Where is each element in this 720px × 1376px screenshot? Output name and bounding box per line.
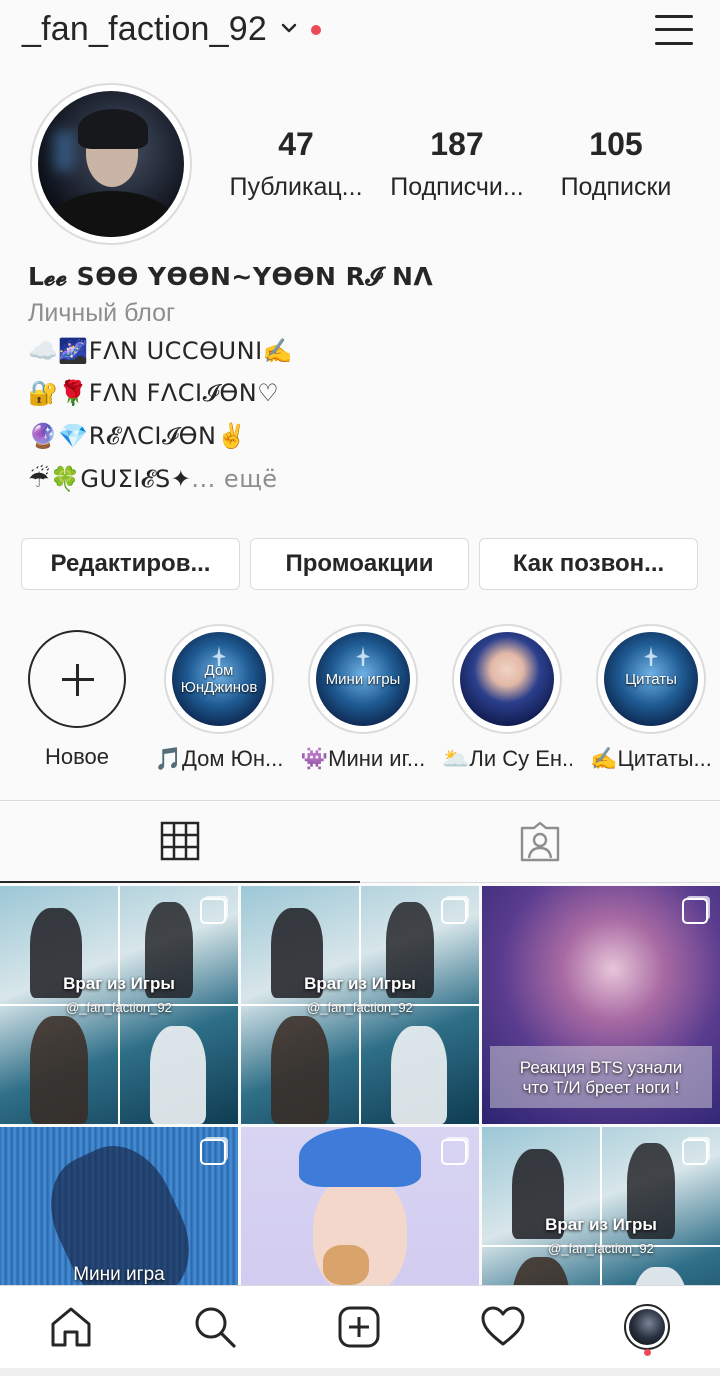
edit-profile-button[interactable]: Редактиров... [21,538,240,590]
multiple-posts-icon [682,898,708,924]
bio-more-link[interactable]: ... ещё [191,465,277,493]
bio-line: 🔐🌹FΛN FΛCI𝓘ӨN♡ [28,379,280,407]
stat-following-count: 105 [589,126,643,162]
post-title: Мини игра [73,1264,165,1285]
top-bar: _fan_faction_92 [0,0,720,64]
bio-line: 🔮💎R𝓔ΛCI𝓘ӨN✌️ [28,422,247,450]
post-title: Враг из Игры [63,974,175,993]
post-thumbnail[interactable]: Враг из Игры @_fan_faction_92 [241,886,479,1124]
stat-followers-label: Подписчи... [390,173,524,201]
highlight-label: 🎵Дом Юн... [154,746,284,771]
profile-notification-dot [644,1349,651,1356]
highlight-item[interactable]: Цитаты ✍️Цитаты... [586,624,716,772]
search-icon[interactable] [192,1304,238,1350]
post-handle: @_fan_faction_92 [66,1000,172,1015]
post-title: Враг из Игры [304,974,416,993]
highlight-new[interactable]: Новое [12,624,142,770]
stat-followers-count: 187 [430,126,484,162]
highlight-label: 👾Мини иг... [300,746,426,771]
new-post-icon[interactable] [336,1304,382,1350]
multiple-posts-icon [200,1139,226,1165]
highlight-cover-text: Цитаты [625,670,677,688]
notification-dot [311,25,321,35]
profile-tab-avatar[interactable] [624,1304,670,1350]
highlight-label: Новое [44,744,110,769]
grid-icon [160,821,200,861]
post-handle: @_fan_faction_92 [548,1241,654,1256]
account-username[interactable]: _fan_faction_92 [22,10,267,49]
chevron-down-icon[interactable] [279,18,299,38]
bio-line-text: ☔🍀GUΣI𝓔S✦ [28,465,192,493]
bottom-navigation [0,1285,720,1368]
bio-line: ☔🍀GUΣI𝓔S✦... ещё [28,465,278,493]
stat-posts-label: Публикац... [229,173,363,201]
highlight-item[interactable]: Дом ЮнДжинов 🎵Дом Юн... [154,624,284,772]
promotions-button[interactable]: Промоакции [250,538,469,590]
highlight-item[interactable]: Мини игры 👾Мини иг... [298,624,428,772]
highlight-item[interactable]: 🌥️Ли Су Ен... [442,624,572,772]
profile-category: Личный блог [28,299,176,327]
multiple-posts-icon [200,898,226,924]
highlight-label: 🌥️Ли Су Ен... [442,746,572,771]
post-title: Реакция BTS узнали что Т/И бреет ноги ! [519,1058,683,1097]
tagged-person-icon [520,821,560,861]
multiple-posts-icon [441,1139,467,1165]
multiple-posts-icon [441,898,467,924]
multiple-posts-icon [682,1139,708,1165]
post-thumbnail[interactable]: Враг из Игры @_fan_faction_92 [0,886,238,1124]
profile-avatar[interactable] [30,83,192,245]
stat-posts-count: 47 [278,126,314,162]
contact-button[interactable]: Как позвон... [479,538,698,590]
stat-followers[interactable]: 187 Подписчи... [377,126,537,202]
highlight-label: ✍️Цитаты... [590,746,712,771]
post-title: Враг из Игры [545,1215,657,1234]
menu-icon[interactable] [655,13,693,47]
post-thumbnail[interactable]: Реакция BTS узнали что Т/И бреет ноги ! [482,886,720,1124]
avatar-image [38,91,184,237]
tab-grid[interactable] [0,801,360,883]
profile-full-name: L𝓮𝓮 SӨӨ YӨӨN~YӨӨN R𝓘 NΛ [28,262,434,291]
add-highlight-button[interactable] [28,630,126,728]
heart-icon[interactable] [480,1304,526,1350]
stat-following[interactable]: 105 Подписки [536,126,696,202]
tab-tagged[interactable] [360,801,720,883]
stat-following-label: Подписки [560,173,672,201]
highlight-cover-text: Дом ЮнДжинов [180,662,258,696]
stat-posts[interactable]: 47 Публикац... [216,126,376,202]
post-handle: @_fan_faction_92 [307,1000,413,1015]
system-bar [0,1368,720,1376]
home-icon[interactable] [48,1304,94,1350]
highlight-cover-text: Мини игры [325,670,401,688]
bio-line: ☁️🌌FΛN UCCӨUNI✍️ [28,337,294,365]
